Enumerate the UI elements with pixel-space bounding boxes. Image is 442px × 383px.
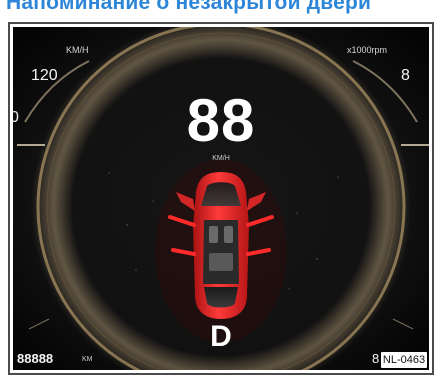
seat-front-right — [224, 226, 233, 243]
odometer-unit: KM — [82, 356, 93, 363]
screenshot-page: Напоминание о незакрытой двери KM/H x100… — [0, 0, 442, 383]
rpm-max-label: 8 — [401, 67, 410, 84]
open-door-car-icon — [155, 159, 287, 343]
seat-front-left — [209, 226, 218, 243]
rpm-unit-label: x1000rpm — [347, 45, 388, 55]
gear-indicator: D — [210, 320, 232, 353]
odometer-value: 88888 — [17, 351, 54, 366]
cluster-graphics — [13, 27, 429, 370]
cabin — [203, 220, 239, 284]
image-code-badge: NL-0463 — [381, 352, 427, 368]
page-title: Напоминание о незакрытой двери — [6, 0, 372, 14]
speed-max-label: 120 — [31, 67, 58, 84]
speed-unit-label: KM/H — [66, 45, 89, 55]
rear-window — [204, 287, 238, 308]
instrument-cluster: KM/H x1000rpm 120 8 0 88 KM/H D 88888 KM… — [13, 27, 429, 370]
left-edge-digit: 0 — [13, 109, 19, 126]
speed-readout: 88 — [186, 87, 256, 154]
right-bottom-digit: 8 — [372, 351, 380, 366]
instrument-cluster-frame: KM/H x1000rpm 120 8 0 88 KM/H D 88888 KM… — [8, 22, 434, 375]
seat-rear — [209, 253, 233, 271]
speed-readout-unit: KM/H — [212, 155, 230, 162]
